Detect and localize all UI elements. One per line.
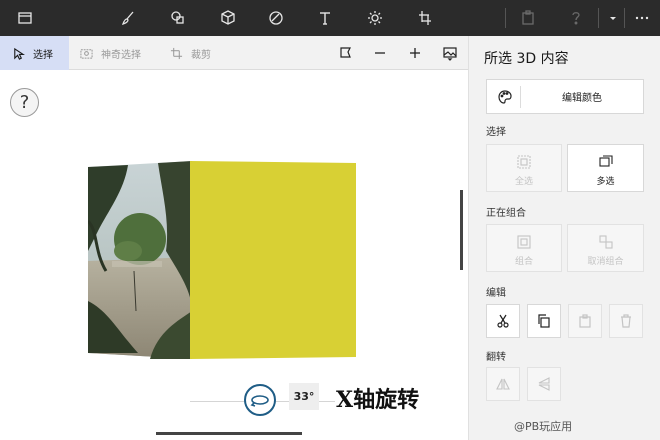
group-icon bbox=[517, 235, 531, 249]
vertical-scrollbar[interactable] bbox=[460, 190, 463, 270]
sticker-icon[interactable] bbox=[258, 0, 294, 36]
section-flip-label: 翻转 bbox=[486, 352, 506, 363]
cut-button[interactable] bbox=[486, 304, 520, 338]
select-all-button[interactable]: 全选 bbox=[486, 144, 562, 192]
ungroup-button[interactable]: 取消组合 bbox=[567, 224, 644, 272]
crop-tool-icon bbox=[170, 47, 183, 59]
delete-button[interactable] bbox=[609, 304, 643, 338]
image-view-icon[interactable] bbox=[440, 43, 460, 63]
section-group-label: 正在组合 bbox=[486, 208, 526, 219]
select-all-label: 全选 bbox=[514, 177, 533, 187]
crop-tool-button[interactable]: 裁剪 bbox=[170, 36, 240, 70]
palette-icon bbox=[498, 90, 512, 104]
paste-button[interactable] bbox=[568, 304, 602, 338]
cube-photo-face[interactable] bbox=[88, 161, 192, 359]
rotation-angle-readout: 33° bbox=[289, 383, 319, 410]
cube-yellow-face[interactable] bbox=[190, 161, 356, 359]
copy-icon bbox=[538, 314, 550, 328]
multi-select-button[interactable]: 多选 bbox=[567, 144, 644, 192]
ungroup-icon bbox=[598, 235, 613, 249]
flip-horizontal-button[interactable] bbox=[486, 367, 520, 401]
annotation-caption: X轴旋转 bbox=[336, 387, 420, 413]
scissors-icon bbox=[497, 314, 509, 328]
multi-select-label: 多选 bbox=[596, 177, 615, 187]
edit-color-button[interactable]: 编辑颜色 bbox=[486, 79, 644, 114]
shapes-icon[interactable] bbox=[160, 0, 196, 36]
flip-vertical-icon bbox=[538, 377, 550, 391]
group-label: 组合 bbox=[514, 257, 533, 267]
edit-color-label: 编辑颜色 bbox=[562, 93, 602, 104]
ungroup-label: 取消组合 bbox=[587, 257, 624, 267]
cube-icon[interactable] bbox=[210, 0, 246, 36]
top-toolbar bbox=[0, 0, 660, 36]
paste-icon bbox=[510, 0, 546, 36]
effects-icon[interactable] bbox=[357, 0, 393, 36]
panel-title: 所选 3D 内容 bbox=[484, 51, 569, 67]
magic-select-button[interactable]: 神奇选择 bbox=[80, 36, 160, 70]
select-tool-button[interactable]: 选择 bbox=[0, 36, 69, 70]
properties-panel: 所选 3D 内容 编辑颜色 选择 全选 多选 正在组合 组合 取消组合 编辑 翻… bbox=[468, 36, 660, 440]
pointer-icon bbox=[14, 47, 25, 60]
horizontal-scrollbar[interactable] bbox=[156, 432, 302, 435]
photo-texture bbox=[88, 161, 192, 359]
selection-toolbar: 选择 神奇选择 裁剪 bbox=[0, 36, 468, 70]
x-axis-rotation-handle[interactable] bbox=[244, 384, 276, 416]
magic-select-icon bbox=[80, 48, 93, 59]
text-icon[interactable] bbox=[307, 0, 343, 36]
crop-icon[interactable] bbox=[407, 0, 443, 36]
group-button[interactable]: 组合 bbox=[486, 224, 562, 272]
section-edit-label: 编辑 bbox=[486, 288, 506, 299]
flip-vertical-button[interactable] bbox=[527, 367, 561, 401]
select-tool-label: 选择 bbox=[33, 49, 53, 61]
multi-select-icon bbox=[598, 155, 613, 167]
section-select-label: 选择 bbox=[486, 127, 506, 138]
crop-tool-label: 裁剪 bbox=[191, 49, 211, 61]
brush-icon[interactable] bbox=[110, 0, 146, 36]
trash-icon bbox=[621, 314, 631, 328]
zoom-in-icon[interactable] bbox=[405, 43, 425, 63]
paste-icon bbox=[579, 314, 591, 328]
select-all-icon bbox=[517, 155, 531, 169]
drawing-canvas[interactable]: ? 33° X轴旋转 bbox=[0, 70, 468, 440]
copy-button[interactable] bbox=[527, 304, 561, 338]
view-3d-icon[interactable] bbox=[336, 43, 356, 63]
folder-icon[interactable] bbox=[7, 0, 43, 36]
magic-select-label: 神奇选择 bbox=[101, 49, 141, 61]
rotate-icon bbox=[250, 395, 269, 407]
help-button-label: ? bbox=[19, 92, 30, 113]
watermark: @PB玩应用 bbox=[514, 420, 573, 433]
more-icon[interactable] bbox=[624, 0, 660, 36]
help-icon bbox=[558, 0, 594, 36]
help-button[interactable]: ? bbox=[10, 88, 39, 117]
flip-horizontal-icon bbox=[496, 378, 510, 390]
zoom-out-icon[interactable] bbox=[370, 43, 390, 63]
toolbar-separator bbox=[505, 8, 506, 28]
